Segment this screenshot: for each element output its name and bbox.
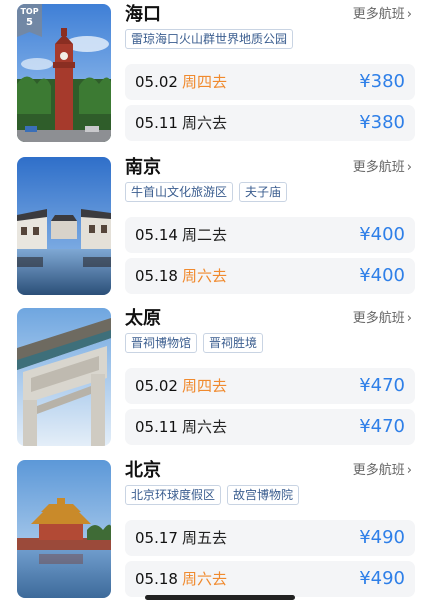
city-name: 南京 [125,157,161,178]
attraction-tags: 北京环球度假区 故宫博物院 [125,485,305,505]
flight-weekday: 周六去 [182,114,228,132]
more-flights-link[interactable]: 更多航班 › [353,310,412,328]
attraction-tag[interactable]: 北京环球度假区 [125,485,222,505]
more-flights-link[interactable]: 更多航班 › [353,6,412,24]
flight-option[interactable]: 05.14 周二去 ¥400 [125,217,415,253]
forbidden-city-photo [17,460,111,598]
flight-date: 05.17 [135,529,178,547]
attraction-tags: 晋祠博物馆 晋祠胜境 [125,333,269,353]
flight-weekday: 周四去 [182,73,228,91]
flight-price: ¥490 [359,527,405,548]
flight-price: ¥470 [359,416,405,437]
flight-price: ¥490 [359,568,405,589]
destination-card[interactable]: 北京 更多航班 › 北京环球度假区 故宫博物院 05.17 周五去 ¥490 05.… [0,456,434,606]
destination-photo[interactable] [17,157,111,295]
flight-date: 05.18 [135,570,178,588]
flight-date: 05.18 [135,267,178,285]
destination-photo[interactable]: TOP 5 [17,4,111,142]
attraction-tag[interactable]: 晋祠博物馆 [125,333,198,353]
flight-weekday: 周二去 [182,226,228,244]
flight-option[interactable]: 05.17 周五去 ¥490 [125,520,415,556]
top-rank-badge: TOP 5 [17,4,42,37]
destination-card[interactable]: 南京 更多航班 › 牛首山文化旅游区 夫子庙 05.14 周二去 ¥400 05.1… [0,153,434,303]
flight-weekday: 周六去 [182,418,228,436]
flight-option[interactable]: 05.02 周四去 ¥470 [125,368,415,404]
flight-price: ¥400 [359,224,405,245]
flight-date: 05.11 [135,418,178,436]
memorial-arch-photo [17,308,111,446]
flight-price: ¥380 [359,71,405,92]
destination-card[interactable]: TOP 5 海口 更多航班 › 雷琼海口火山群世界地质公园 05.02 周四去 ¥… [0,0,434,150]
flight-price: ¥400 [359,265,405,286]
city-name: 太原 [125,308,161,329]
flight-option[interactable]: 05.11 周六去 ¥470 [125,409,415,445]
attraction-tag[interactable]: 夫子庙 [239,182,288,202]
chevron-right-icon: › [406,7,412,22]
flight-weekday: 周四去 [182,377,228,395]
flight-option[interactable]: 05.18 周六去 ¥490 [125,561,415,597]
flight-weekday: 周六去 [182,267,228,285]
flight-date: 05.14 [135,226,178,244]
destination-photo[interactable] [17,460,111,598]
flight-option[interactable]: 05.02 周四去 ¥380 [125,64,415,100]
home-indicator[interactable] [145,595,295,600]
destination-card[interactable]: 太原 更多航班 › 晋祠博物馆 晋祠胜境 05.02 周四去 ¥470 05.11 … [0,304,434,454]
flight-weekday: 周五去 [182,529,228,547]
more-flights-link[interactable]: 更多航班 › [353,159,412,177]
chevron-right-icon: › [406,160,412,175]
flight-date: 05.02 [135,377,178,395]
attraction-tags: 牛首山文化旅游区 夫子庙 [125,182,293,202]
city-name: 北京 [125,460,161,481]
attraction-tag[interactable]: 牛首山文化旅游区 [125,182,234,202]
canal-town-photo [17,157,111,295]
flight-price: ¥470 [359,375,405,396]
attraction-tag[interactable]: 晋祠胜境 [203,333,264,353]
attraction-tag[interactable]: 雷琼海口火山群世界地质公园 [125,29,294,49]
destination-photo[interactable] [17,308,111,446]
chevron-right-icon: › [406,463,412,478]
attraction-tag[interactable]: 故宫博物院 [227,485,300,505]
flight-date: 05.02 [135,73,178,91]
city-name: 海口 [125,4,161,25]
flight-price: ¥380 [359,112,405,133]
more-flights-link[interactable]: 更多航班 › [353,462,412,480]
flight-option[interactable]: 05.11 周六去 ¥380 [125,105,415,141]
flight-option[interactable]: 05.18 周六去 ¥400 [125,258,415,294]
chevron-right-icon: › [406,311,412,326]
flight-weekday: 周六去 [182,570,228,588]
attraction-tags: 雷琼海口火山群世界地质公园 [125,29,299,49]
flight-date: 05.11 [135,114,178,132]
